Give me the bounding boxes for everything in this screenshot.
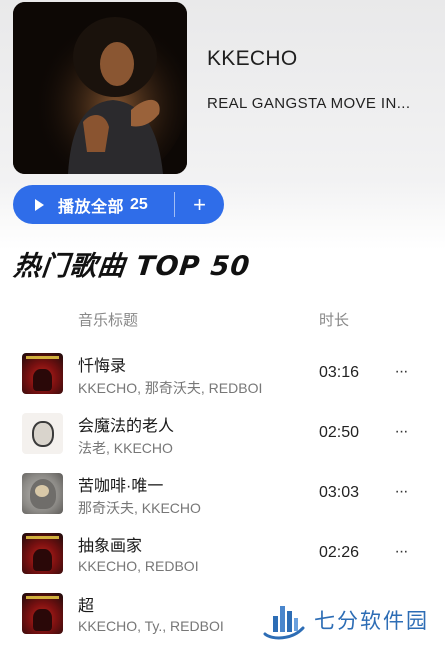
song-artists: 那奇沃夫, KKECHO	[78, 500, 201, 516]
watermark-text: 七分软件园	[314, 610, 429, 633]
column-header-title: 音乐标题	[78, 312, 139, 329]
song-duration: 03:16	[319, 364, 360, 381]
section-title: 热门歌曲 TOP 50	[12, 251, 252, 282]
song-duration: 02:50	[319, 424, 360, 441]
song-title: 忏悔录	[78, 358, 127, 375]
song-title: 苦咖啡·唯一	[78, 478, 164, 495]
album-title[interactable]: REAL GANGSTA MOVE IN...	[207, 95, 437, 112]
song-row[interactable]: 忏悔录 KKECHO, 那奇沃夫, REDBOI 03:16 ···	[0, 343, 445, 403]
song-title: 超	[78, 598, 95, 615]
song-thumbnail	[22, 473, 63, 514]
song-thumbnail	[22, 593, 63, 634]
play-all-count: 25	[130, 195, 148, 213]
song-thumbnail	[22, 353, 63, 394]
add-to-playlist-button[interactable]: +	[175, 185, 224, 224]
song-duration: 03:03	[319, 484, 360, 501]
watermark-logo-icon	[263, 606, 305, 640]
song-artists: 法老, KKECHO	[78, 440, 173, 456]
song-artists: KKECHO, REDBOI	[78, 558, 199, 574]
play-all-label: 播放全部	[58, 198, 125, 216]
song-duration: 02:26	[319, 544, 360, 561]
song-row[interactable]: 抽象画家 KKECHO, REDBOI 02:26 ···	[0, 523, 445, 583]
play-all-button[interactable]: 播放全部 25	[13, 185, 174, 224]
plus-icon: +	[193, 191, 206, 217]
song-title: 会魔法的老人	[78, 418, 175, 435]
artist-name: KKECHO	[207, 47, 298, 70]
album-cover-image[interactable]	[13, 2, 187, 174]
song-thumbnail	[22, 413, 63, 454]
play-all-control: 播放全部 25 +	[13, 185, 224, 224]
song-row[interactable]: 会魔法的老人 法老, KKECHO 02:50 ···	[0, 403, 445, 463]
song-thumbnail	[22, 533, 63, 574]
play-icon	[35, 198, 44, 211]
song-artists: KKECHO, Ty., REDBOI	[78, 618, 224, 634]
column-header-duration: 时长	[319, 312, 350, 329]
cover-photo	[13, 2, 187, 174]
more-options-icon[interactable]: ···	[392, 362, 410, 382]
song-row[interactable]: 苦咖啡·唯一 那奇沃夫, KKECHO 03:03 ···	[0, 463, 445, 523]
watermark: 七分软件园	[262, 598, 437, 642]
more-options-icon[interactable]: ···	[392, 482, 410, 502]
song-title: 抽象画家	[78, 538, 143, 555]
more-options-icon[interactable]: ···	[392, 542, 410, 562]
more-options-icon[interactable]: ···	[392, 422, 410, 442]
song-artists: KKECHO, 那奇沃夫, REDBOI	[78, 380, 263, 396]
